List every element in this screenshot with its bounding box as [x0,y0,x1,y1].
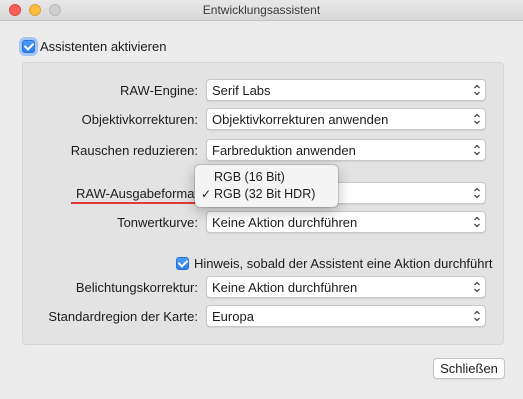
updown-arrows-icon [474,144,480,156]
lens-corrections-label: Objektivkorrekturen: [81,112,198,127]
noise-reduction-select[interactable]: Farbreduktion anwenden [206,139,486,161]
raw-engine-value: Serif Labs [212,83,271,98]
tone-curve-value: Keine Aktion durchführen [212,215,358,230]
updown-arrows-icon [474,113,480,125]
output-format-menu: RGB (16 Bit) ✓ RGB (32 Bit HDR) [195,165,338,207]
close-button[interactable]: Schließen [433,358,505,379]
raw-engine-label: RAW-Engine: [119,83,198,98]
map-region-label: Standardregion der Karte: [48,309,198,324]
title-bar: Entwicklungsassistent [0,0,523,21]
updown-arrows-icon [474,281,480,293]
noise-reduction-label: Rauschen reduzieren: [70,143,198,158]
checkmark-icon: ✓ [201,187,212,201]
noise-reduction-value: Farbreduktion anwenden [212,143,356,158]
menu-item-rgb-32[interactable]: ✓ RGB (32 Bit HDR) [195,186,338,203]
menu-item-rgb-16[interactable]: RGB (16 Bit) [195,169,338,186]
assistant-enable-checkbox[interactable] [22,40,35,53]
map-region-select[interactable]: Europa [206,305,486,327]
notify-label: Hinweis, sobald der Assistent eine Aktio… [194,256,493,271]
updown-arrows-icon [474,310,480,322]
exposure-label: Belichtungskorrektur: [75,280,198,295]
updown-arrows-icon [474,84,480,96]
tone-curve-select[interactable]: Keine Aktion durchführen [206,211,486,233]
map-region-value: Europa [212,309,254,324]
tone-curve-label: Tonwertkurve: [117,215,198,230]
updown-arrows-icon [474,187,480,199]
lens-corrections-value: Objektivkorrekturen anwenden [212,112,389,127]
notify-checkbox[interactable] [176,257,189,270]
raw-output-format-label: RAW-Ausgabeformat [76,186,199,201]
lens-corrections-select[interactable]: Objektivkorrekturen anwenden [206,108,486,130]
menu-item-label: RGB (32 Bit HDR) [214,187,316,201]
exposure-select[interactable]: Keine Aktion durchführen [206,276,486,298]
window-title: Entwicklungsassistent [202,3,321,17]
exposure-value: Keine Aktion durchführen [212,280,358,295]
menu-item-label: RGB (16 Bit) [214,170,285,184]
assistant-enable-label: Assistenten aktivieren [40,39,167,54]
raw-engine-select[interactable]: Serif Labs [206,79,486,101]
updown-arrows-icon [474,216,480,228]
